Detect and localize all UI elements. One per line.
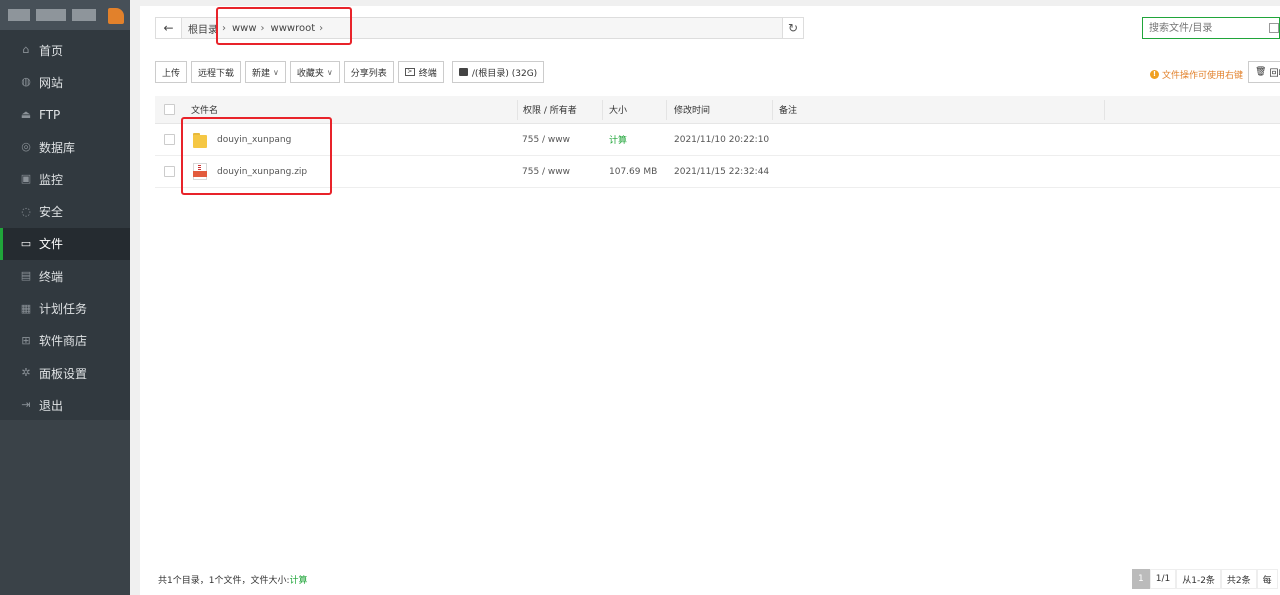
compute-size-link[interactable]: 计算 bbox=[290, 576, 308, 586]
toolbar: 上传 远程下载 新建 ∨ 收藏夹 ∨ 分享列表 > 终端 /(根目录) (32G) bbox=[155, 61, 548, 83]
logo-mark-icon bbox=[108, 8, 124, 24]
sidebar-item-6[interactable]: ▭ 文件 bbox=[0, 227, 130, 261]
disk-button[interactable]: /(根目录) (32G) bbox=[451, 61, 545, 83]
favorites-dropdown[interactable]: 收藏夹 ∨ bbox=[289, 61, 340, 83]
annotation-files-box bbox=[181, 117, 332, 195]
search-input[interactable] bbox=[1142, 17, 1280, 39]
column-note: 备注 bbox=[779, 106, 798, 116]
page-total: 共2条 bbox=[1220, 569, 1257, 589]
sidebar-item-2[interactable]: ⏏ FTP bbox=[0, 99, 130, 131]
terminal-icon: ▤ bbox=[20, 269, 32, 283]
sidebar-item-label: 网站 bbox=[39, 75, 64, 90]
trash-icon: 🗑 bbox=[1255, 67, 1267, 77]
folder-icon: ▭ bbox=[20, 236, 32, 250]
disk-icon bbox=[458, 68, 468, 76]
new-dropdown[interactable]: 新建 ∨ bbox=[245, 61, 286, 83]
file-permission[interactable]: 755 / www bbox=[522, 124, 570, 155]
column-permission[interactable]: 权限 / 所有者 bbox=[523, 96, 577, 123]
refresh-icon: ↻ bbox=[787, 21, 799, 35]
database-icon: ◎ bbox=[21, 140, 31, 154]
pagination: 1 1/1 从1-2条 共2条 每 bbox=[1132, 569, 1278, 589]
sidebar-item-3[interactable]: ◎ 数据库 bbox=[0, 131, 130, 163]
terminal-icon: > bbox=[404, 68, 415, 76]
terminal-button[interactable]: > 终端 bbox=[397, 61, 444, 83]
apps-icon: ⊞ bbox=[21, 333, 31, 347]
sidebar-item-label: 终端 bbox=[39, 269, 64, 284]
sidebar-item-label: 计划任务 bbox=[39, 302, 88, 317]
home-icon: ⌂ bbox=[22, 43, 30, 57]
sidebar-item-0[interactable]: ⌂ 首页 bbox=[0, 34, 130, 66]
file-size: 107.69 MB bbox=[609, 166, 658, 177]
sidebar-item-label: 首页 bbox=[39, 43, 64, 58]
logout-icon: ⇥ bbox=[21, 398, 31, 412]
recycle-bin-button[interactable]: 🗑回收站 bbox=[1248, 61, 1280, 83]
share-list-button[interactable]: 分享列表 bbox=[343, 61, 394, 83]
sidebar-item-label: 退出 bbox=[39, 398, 64, 413]
sidebar-item-label: 文件 bbox=[39, 237, 64, 252]
refresh-button[interactable]: ↻ bbox=[782, 17, 804, 39]
ftp-icon: ⏏ bbox=[20, 107, 32, 121]
sidebar: ⌂ 首页 ◍ 网站 ⏏ FTP ◎ 数据库 ▣ 监控 ◌ 安全 ▭ 文件 ▤ 终端 ▦ 计划任务 ⊞ 软件商店 ✲ 面板设… bbox=[0, 0, 130, 595]
panel-logo bbox=[0, 0, 130, 30]
file-size[interactable]: 计算 bbox=[609, 124, 627, 155]
shield-icon: ◌ bbox=[21, 204, 31, 218]
file-mtime: 2021/11/10 20:22:10 bbox=[674, 134, 770, 145]
sidebar-item-label: 面板设置 bbox=[39, 366, 88, 381]
info-icon: ! bbox=[1150, 70, 1159, 79]
sidebar-item-label: 安全 bbox=[39, 205, 64, 220]
back-button[interactable]: ← bbox=[156, 18, 182, 38]
search-subdir-checkbox[interactable] bbox=[1269, 23, 1279, 33]
calendar-icon: ▦ bbox=[20, 301, 32, 315]
sidebar-item-4[interactable]: ▣ 监控 bbox=[0, 163, 130, 195]
file-mtime: 2021/11/15 22:32:44 bbox=[674, 166, 770, 177]
sidebar-item-5[interactable]: ◌ 安全 bbox=[0, 195, 130, 227]
breadcrumb-root[interactable]: 根目录 bbox=[188, 21, 218, 36]
monitor-icon: ▣ bbox=[20, 172, 32, 186]
page-current[interactable]: 1 bbox=[1132, 569, 1150, 589]
sidebar-item-1[interactable]: ◍ 网站 bbox=[0, 66, 130, 98]
sidebar-item-7[interactable]: ▤ 终端 bbox=[0, 260, 130, 292]
right-click-hint: ! 文件操作可使用右键 bbox=[1150, 68, 1243, 81]
column-mtime[interactable]: 修改时间 bbox=[674, 96, 710, 123]
page-count: 1/1 bbox=[1149, 569, 1177, 589]
gear-icon: ✲ bbox=[21, 366, 31, 380]
status-summary: 共1个目录，1个文件，文件大小:计算 bbox=[158, 576, 308, 586]
globe-icon: ◍ bbox=[21, 75, 31, 89]
sidebar-item-9[interactable]: ⊞ 软件商店 bbox=[0, 325, 130, 357]
sidebar-nav: ⌂ 首页 ◍ 网站 ⏏ FTP ◎ 数据库 ▣ 监控 ◌ 安全 ▭ 文件 ▤ 终端 ▦ 计划任务 ⊞ 软件商店 ✲ 面板设… bbox=[0, 30, 130, 422]
page-range: 从1-2条 bbox=[1176, 569, 1221, 589]
column-size[interactable]: 大小 bbox=[609, 96, 627, 123]
arrow-left-icon: ← bbox=[163, 21, 174, 35]
select-all-checkbox[interactable] bbox=[164, 104, 175, 115]
sidebar-item-11[interactable]: ⇥ 退出 bbox=[0, 389, 130, 421]
page-size: 每 bbox=[1256, 569, 1278, 589]
sidebar-item-10[interactable]: ✲ 面板设置 bbox=[0, 357, 130, 389]
annotation-path-box bbox=[216, 7, 352, 45]
sidebar-item-8[interactable]: ▦ 计划任务 bbox=[0, 292, 130, 324]
remote-download-button[interactable]: 远程下载 bbox=[191, 61, 242, 83]
file-permission[interactable]: 755 / www bbox=[522, 156, 570, 187]
file-manager: ← 根目录 › www › wwwroot › ↻ 上传 远程下载 新建∨ 收藏… bbox=[140, 6, 1280, 595]
upload-button[interactable]: 上传 bbox=[155, 61, 188, 83]
sidebar-item-label: 监控 bbox=[39, 172, 64, 187]
row-checkbox[interactable] bbox=[164, 166, 175, 177]
sidebar-item-label: 软件商店 bbox=[39, 334, 88, 349]
sidebar-item-label: 数据库 bbox=[39, 140, 76, 155]
chevron-down-icon: ∨ bbox=[273, 67, 279, 77]
chevron-down-icon: ∨ bbox=[326, 67, 333, 77]
row-checkbox[interactable] bbox=[164, 134, 175, 145]
sidebar-item-label: FTP bbox=[39, 107, 61, 122]
